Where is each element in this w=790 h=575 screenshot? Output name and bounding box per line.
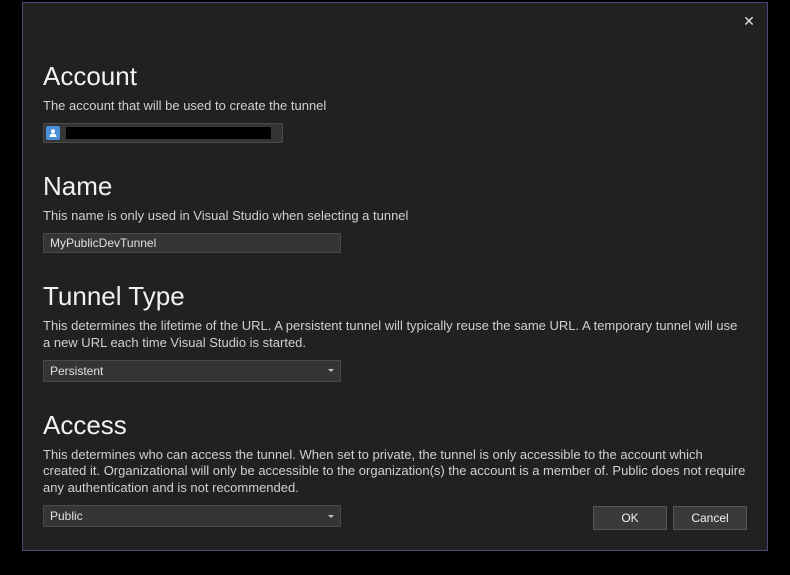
- account-selector[interactable]: [43, 123, 283, 143]
- close-button[interactable]: ✕: [737, 9, 761, 33]
- tunnel-type-section: Tunnel Type This determines the lifetime…: [43, 281, 747, 382]
- name-heading: Name: [43, 171, 747, 202]
- tunnel-type-select[interactable]: Persistent: [43, 360, 341, 382]
- tunnel-type-heading: Tunnel Type: [43, 281, 747, 312]
- dev-tunnel-dialog: ✕ Account The account that will be used …: [22, 2, 768, 551]
- tunnel-name-input[interactable]: [43, 233, 341, 253]
- access-heading: Access: [43, 410, 747, 441]
- access-description: This determines who can access the tunne…: [43, 447, 747, 498]
- ok-button[interactable]: OK: [593, 506, 667, 530]
- account-icon: [46, 126, 60, 140]
- close-icon: ✕: [743, 13, 755, 30]
- chevron-down-icon: [322, 361, 340, 381]
- account-description: The account that will be used to create …: [43, 98, 747, 115]
- account-section: Account The account that will be used to…: [43, 61, 747, 143]
- account-heading: Account: [43, 61, 747, 92]
- chevron-down-icon: [322, 506, 340, 526]
- tunnel-type-value: Persistent: [50, 364, 103, 378]
- name-section: Name This name is only used in Visual St…: [43, 171, 747, 253]
- dialog-buttons: OK Cancel: [593, 506, 747, 530]
- account-value-redacted: [66, 127, 271, 139]
- tunnel-type-description: This determines the lifetime of the URL.…: [43, 318, 747, 352]
- access-value: Public: [50, 509, 83, 523]
- dialog-content: Account The account that will be used to…: [23, 3, 767, 575]
- name-description: This name is only used in Visual Studio …: [43, 208, 747, 225]
- access-select[interactable]: Public: [43, 505, 341, 527]
- cancel-button[interactable]: Cancel: [673, 506, 747, 530]
